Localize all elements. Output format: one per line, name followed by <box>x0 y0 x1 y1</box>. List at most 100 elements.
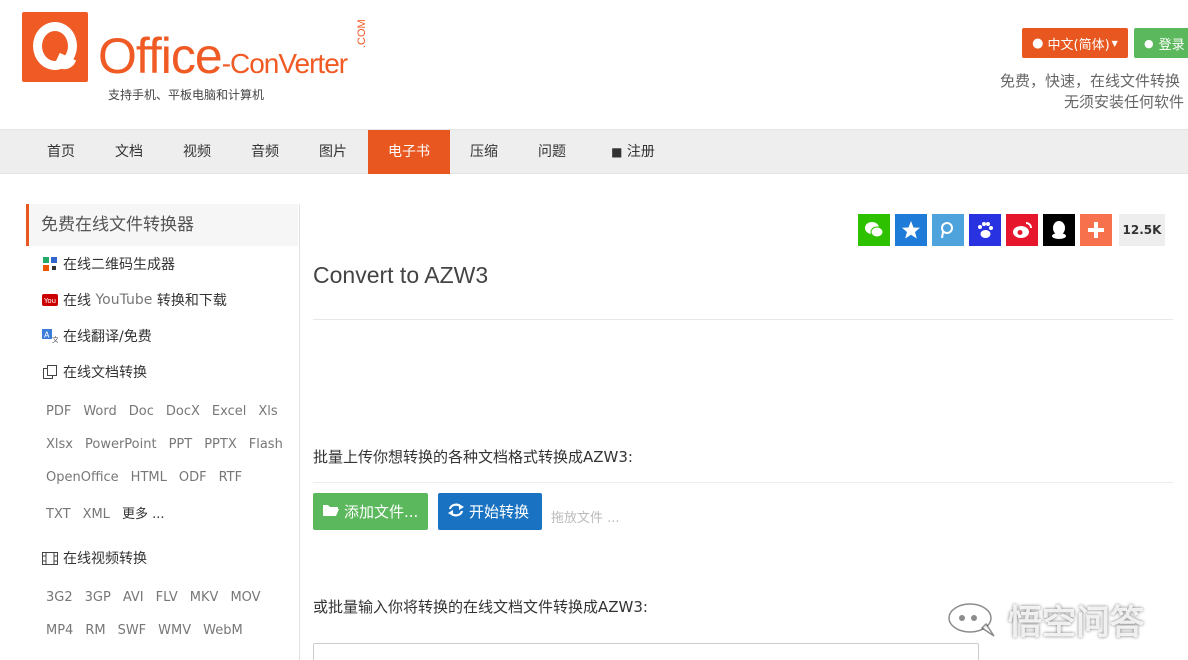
sidebar-item-youtube-suffix: 转换和下载 <box>152 293 227 309</box>
url-input-area[interactable] <box>313 643 979 660</box>
format-link[interactable]: HTML <box>131 470 167 485</box>
folder-open-icon <box>322 503 340 521</box>
format-link[interactable]: DocX <box>166 404 200 419</box>
more-share-icon[interactable] <box>1080 214 1112 246</box>
nav-item-faq[interactable]: 问题 <box>521 130 583 174</box>
format-link[interactable]: TXT <box>46 507 71 522</box>
sidebar-item-youtube-name: YouTube <box>95 292 153 308</box>
sidebar-item-video[interactable]: 在线视频转换 <box>42 548 147 568</box>
format-link[interactable]: MP4 <box>46 623 73 638</box>
slogan-line1: 免费，快速，在线文件转换 <box>1000 72 1181 90</box>
user-icon: ● <box>1144 36 1154 50</box>
main-nav: 首页 文档 视频 音频 图片 电子书 压缩 问题 ■ 注册 <box>0 129 1188 174</box>
nav-item-home[interactable]: 首页 <box>30 130 92 174</box>
sidebar-item-video-label: 在线视频转换 <box>63 551 147 567</box>
divider <box>313 319 1173 320</box>
format-link[interactable]: PPTX <box>204 437 237 452</box>
format-link[interactable]: 3G2 <box>46 590 73 605</box>
svg-text:A: A <box>44 331 50 340</box>
globe-icon: ● <box>1032 35 1044 51</box>
sidebar-item-document-label: 在线文档转换 <box>63 365 147 381</box>
sidebar-item-translate[interactable]: A文 在线翻译/免费 <box>42 326 152 346</box>
format-link[interactable]: Word <box>83 404 116 419</box>
format-link[interactable]: PDF <box>46 404 71 419</box>
format-link[interactable]: RTF <box>219 470 243 485</box>
translate-icon: A文 <box>42 328 58 344</box>
format-link[interactable]: SWF <box>118 623 147 638</box>
add-files-label: 添加文件... <box>344 503 419 521</box>
tencent-weibo-icon[interactable] <box>932 214 964 246</box>
share-count: 12.5K <box>1119 214 1165 246</box>
logo-tagline: 支持手机、平板电脑和计算机 <box>108 88 265 102</box>
doc-format-row: Xlsx PowerPoint PPT PPTX Flash <box>46 437 295 452</box>
doc-format-row: PDF Word Doc DocX Excel Xls <box>46 404 290 419</box>
format-link[interactable]: RM <box>85 623 105 638</box>
speech-bubble-icon <box>948 602 995 637</box>
copy-icon <box>42 364 58 380</box>
logo-icon[interactable] <box>22 12 88 82</box>
nav-item-register-label: 注册 <box>626 144 655 160</box>
nav-item-document[interactable]: 文档 <box>98 130 160 174</box>
sidebar-item-youtube-prefix: 在线 <box>63 293 96 309</box>
site-header: Office-ConVerter .COM 支持手机、平板电脑和计算机 ● 中文… <box>0 0 1188 130</box>
divider <box>313 482 1173 483</box>
qzone-icon[interactable] <box>895 214 927 246</box>
more-formats-link[interactable]: 更多 ... <box>122 507 165 522</box>
video-format-row: 3G2 3GP AVI FLV MKV MOV <box>46 590 273 605</box>
format-link[interactable]: AVI <box>123 590 144 605</box>
sidebar-item-youtube[interactable]: You 在线 YouTube 转换和下载 <box>42 290 227 310</box>
format-link[interactable]: OpenOffice <box>46 470 119 485</box>
batch-upload-label: 批量上传你想转换的各种文档格式转换成AZW3: <box>313 448 633 466</box>
language-label: 中文(简体) <box>1047 37 1110 53</box>
format-link[interactable]: WebM <box>203 623 243 638</box>
format-link[interactable]: 3GP <box>85 590 111 605</box>
svg-text:You: You <box>43 297 56 305</box>
format-link[interactable]: MKV <box>190 590 219 605</box>
sidebar-title: 免费在线文件转换器 <box>26 204 298 246</box>
refresh-icon <box>447 503 465 521</box>
login-button[interactable]: ● 登录 <box>1134 28 1188 58</box>
format-link[interactable]: Excel <box>212 404 246 419</box>
caret-down-icon: ▼ <box>1111 38 1118 48</box>
film-icon <box>42 550 58 566</box>
sidebar: 免费在线文件转换器 在线二维码生成器 You 在线 YouTube 转换和下载 … <box>26 204 300 660</box>
watermark: 悟空问答 <box>946 595 1144 644</box>
qrcode-icon <box>42 256 58 272</box>
nav-item-compress[interactable]: 压缩 <box>453 130 515 174</box>
format-link[interactable]: MOV <box>230 590 260 605</box>
watermark-text: 悟空问答 <box>1008 603 1144 643</box>
sidebar-item-translate-label: 在线翻译/免费 <box>63 329 152 345</box>
format-link[interactable]: FLV <box>156 590 178 605</box>
share-bar: 12.5K <box>858 214 1165 246</box>
batch-url-label: 或批量输入你将转换的在线文档文件转换成AZW3: <box>313 598 648 616</box>
video-format-row: MP4 RM SWF WMV WebM <box>46 623 255 638</box>
sidebar-item-qrcode[interactable]: 在线二维码生成器 <box>42 254 175 274</box>
logo-wordmark[interactable]: Office-ConVerter <box>98 26 348 94</box>
sidebar-item-document[interactable]: 在线文档转换 <box>42 362 147 382</box>
baidu-icon[interactable] <box>969 214 1001 246</box>
youtube-icon: You <box>42 292 58 308</box>
svg-text:文: 文 <box>52 335 58 343</box>
language-dropdown[interactable]: ● 中文(简体) ▼ <box>1022 28 1128 58</box>
drop-zone-hint[interactable]: 拖放文件 ... <box>551 507 620 526</box>
format-link[interactable]: WMV <box>158 623 191 638</box>
sina-weibo-icon[interactable] <box>1006 214 1038 246</box>
nav-item-audio[interactable]: 音频 <box>234 130 296 174</box>
nav-item-video[interactable]: 视频 <box>166 130 228 174</box>
qq-icon[interactable] <box>1043 214 1075 246</box>
format-link[interactable]: Doc <box>129 404 154 419</box>
wechat-icon[interactable] <box>858 214 890 246</box>
format-link[interactable]: Xlsx <box>46 437 73 452</box>
nav-item-image[interactable]: 图片 <box>302 130 364 174</box>
format-link[interactable]: PPT <box>169 437 193 452</box>
format-link[interactable]: Flash <box>249 437 283 452</box>
doc-format-row: OpenOffice HTML ODF RTF <box>46 470 254 485</box>
start-convert-button[interactable]: 开始转换 <box>438 493 542 530</box>
add-files-button[interactable]: 添加文件... <box>313 493 428 530</box>
nav-item-register[interactable]: ■ 注册 <box>598 130 668 174</box>
format-link[interactable]: Xls <box>258 404 277 419</box>
format-link[interactable]: ODF <box>179 470 207 485</box>
format-link[interactable]: PowerPoint <box>85 437 157 452</box>
nav-item-ebook[interactable]: 电子书 <box>368 130 450 174</box>
format-link[interactable]: XML <box>83 507 110 522</box>
